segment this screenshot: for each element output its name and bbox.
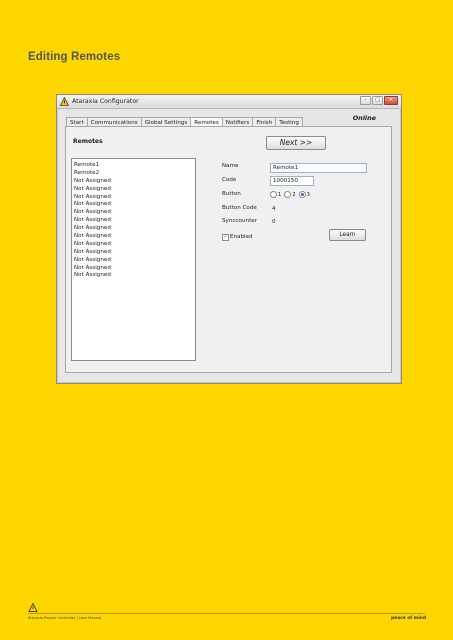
button-code-label: Button Code xyxy=(222,205,257,211)
list-item[interactable]: Not Assigned xyxy=(74,217,193,225)
footer-manual-title: Ataraxia Pepper Controller | User Manual xyxy=(28,616,102,620)
list-item[interactable]: Not Assigned xyxy=(74,201,193,209)
enabled-label: Enabled xyxy=(230,234,253,240)
learn-button[interactable]: Learn xyxy=(329,229,366,241)
list-item[interactable]: Remote2 xyxy=(74,170,193,178)
close-button[interactable]: ✕ xyxy=(384,96,398,105)
button-radio-1[interactable] xyxy=(270,191,277,198)
maximize-button[interactable]: □ xyxy=(372,96,383,105)
list-item[interactable]: Not Assigned xyxy=(74,178,193,186)
name-field[interactable] xyxy=(270,163,367,173)
list-item[interactable]: Not Assigned xyxy=(74,233,193,241)
footer-tagline: peace of mind xyxy=(391,616,426,621)
button-radio-2-label: 2 xyxy=(292,191,296,198)
window-title: Ataraxia Configurator xyxy=(72,98,139,105)
list-item[interactable]: Not Assigned xyxy=(74,272,193,280)
button-radio-3-label: 3 xyxy=(306,191,310,198)
title-bar[interactable]: Ataraxia Configurator – □ ✕ xyxy=(57,95,401,109)
page-title: Editing Remotes xyxy=(28,51,121,63)
button-radio-3[interactable] xyxy=(298,191,306,198)
list-item[interactable]: Not Assigned xyxy=(74,209,193,217)
synccounter-label: Synccounter xyxy=(222,218,258,224)
footer-divider xyxy=(28,613,425,614)
warning-triangle-icon xyxy=(28,603,38,612)
list-item[interactable]: Not Assigned xyxy=(74,257,193,265)
warning-triangle-icon xyxy=(60,97,69,106)
button-radio-2[interactable] xyxy=(284,191,292,198)
button-radio-1-label: 1 xyxy=(278,191,282,198)
list-item[interactable]: Not Assigned xyxy=(74,241,193,249)
section-title: Remotes xyxy=(73,138,103,145)
synccounter-value: 0 xyxy=(272,219,276,225)
connection-status: Online xyxy=(352,114,376,122)
minimize-button[interactable]: – xyxy=(360,96,371,105)
name-label: Name xyxy=(222,163,239,169)
code-label: Code xyxy=(222,177,237,183)
next-button[interactable]: Next >> xyxy=(266,136,326,150)
list-item[interactable]: Remote1 xyxy=(74,162,193,170)
button-radio-group: 1 2 3 xyxy=(270,191,312,198)
button-code-value: 4 xyxy=(272,206,276,212)
code-field[interactable] xyxy=(270,176,314,186)
list-item[interactable]: Not Assigned xyxy=(74,186,193,194)
list-item[interactable]: Not Assigned xyxy=(74,194,193,202)
list-item[interactable]: Not Assigned xyxy=(74,225,193,233)
list-item[interactable]: Not Assigned xyxy=(74,249,193,257)
remotes-list[interactable]: Remote1 Remote2 Not Assigned Not Assigne… xyxy=(71,158,196,361)
button-label: Button xyxy=(222,191,241,197)
list-item[interactable]: Not Assigned xyxy=(74,265,193,273)
enabled-checkbox[interactable]: ✓ xyxy=(222,234,229,241)
